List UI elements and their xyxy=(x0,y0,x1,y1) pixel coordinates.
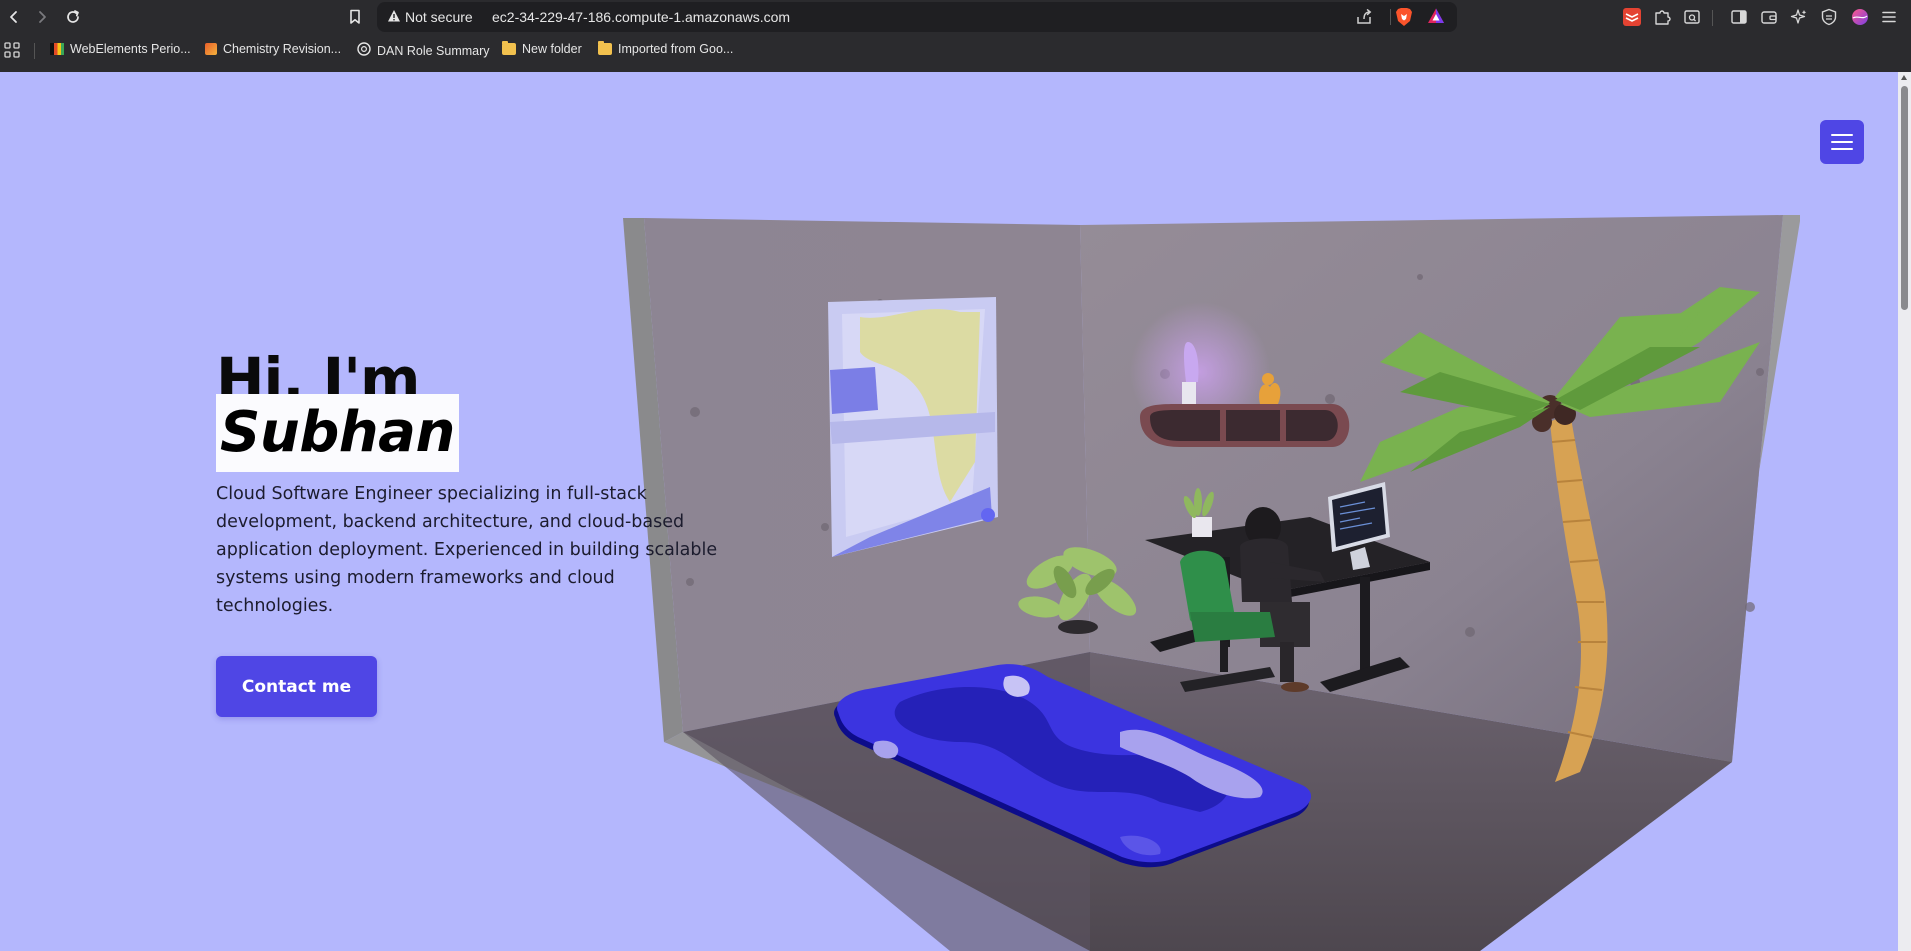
bookmark-item[interactable]: Chemistry Revision... xyxy=(205,42,341,56)
folder-icon xyxy=(502,41,516,55)
brave-shield-icon[interactable] xyxy=(1395,7,1413,32)
wallet-icon[interactable] xyxy=(1759,7,1779,27)
bookmark-item[interactable]: WebElements Perio... xyxy=(50,42,191,56)
main-menu-icon[interactable] xyxy=(1879,7,1899,27)
bookmark-label: Imported from Goo... xyxy=(618,42,734,56)
security-label[interactable]: Not secure xyxy=(405,9,473,25)
address-bar[interactable]: Not secure ec2-34-229-47-186.compute-1.a… xyxy=(377,2,1457,32)
bookmark-item[interactable]: DAN Role Summary xyxy=(357,42,490,59)
leo-ai-icon[interactable] xyxy=(1789,7,1809,27)
hero-name-highlight: Subhan xyxy=(216,394,459,472)
tab-search-icon[interactable] xyxy=(1682,7,1702,27)
bookmark-folder[interactable]: Imported from Goo... xyxy=(598,41,734,56)
vpn-shield-icon[interactable] xyxy=(1819,7,1839,27)
hero-section: Hi, I'm Subhan Cloud Software Engineer s… xyxy=(216,350,736,620)
bookmark-label: Chemistry Revision... xyxy=(223,42,342,56)
profile-avatar-icon[interactable] xyxy=(1850,7,1870,27)
share-icon[interactable] xyxy=(1355,8,1373,31)
bookmarks-bar: WebElements Perio... Chemistry Revision.… xyxy=(0,38,1911,64)
warning-icon xyxy=(387,9,401,28)
url-text[interactable]: ec2-34-229-47-186.compute-1.amazonaws.co… xyxy=(492,9,790,25)
extensions-puzzle-icon[interactable] xyxy=(1652,7,1672,27)
bookmark-label: DAN Role Summary xyxy=(377,43,490,58)
bookmark-folder[interactable]: New folder xyxy=(502,41,582,56)
webelements-favicon-icon xyxy=(50,43,64,55)
brave-rewards-icon[interactable] xyxy=(1427,7,1445,30)
apps-icon[interactable] xyxy=(4,42,20,63)
chemistry-favicon-icon xyxy=(205,43,217,55)
back-icon[interactable] xyxy=(2,5,26,29)
forward-icon[interactable] xyxy=(30,5,54,29)
bookmark-label: WebElements Perio... xyxy=(70,42,191,56)
isometric-room-illustration xyxy=(623,215,1800,951)
contact-button[interactable]: Contact me xyxy=(216,656,377,717)
reload-icon[interactable] xyxy=(61,5,85,29)
hero-greeting: Hi, I'm xyxy=(216,350,420,394)
scrollbar-thumb[interactable] xyxy=(1901,86,1908,310)
address-bar-divider xyxy=(1390,9,1391,25)
browser-toolbar: Not secure ec2-34-229-47-186.compute-1.a… xyxy=(0,0,1911,34)
extension-todoist-icon[interactable] xyxy=(1622,7,1642,27)
hero-name: Subhan xyxy=(220,400,455,465)
hamburger-menu-icon[interactable] xyxy=(1820,120,1864,164)
bookmark-label: New folder xyxy=(522,42,582,56)
browser-chrome: Not secure ec2-34-229-47-186.compute-1.a… xyxy=(0,0,1911,72)
folder-icon xyxy=(598,41,612,55)
bookmarks-divider xyxy=(34,43,35,59)
page-viewport: Hi, I'm Subhan Cloud Software Engineer s… xyxy=(0,72,1898,951)
hero-description: Cloud Software Engineer specializing in … xyxy=(216,484,718,616)
sidebar-icon[interactable] xyxy=(1729,7,1749,27)
page-scrollbar[interactable] xyxy=(1898,72,1911,951)
scroll-up-icon[interactable] xyxy=(1901,75,1907,80)
toolbar-divider xyxy=(1712,10,1713,26)
bookmark-icon[interactable] xyxy=(343,5,367,29)
openai-favicon-icon xyxy=(357,42,371,59)
